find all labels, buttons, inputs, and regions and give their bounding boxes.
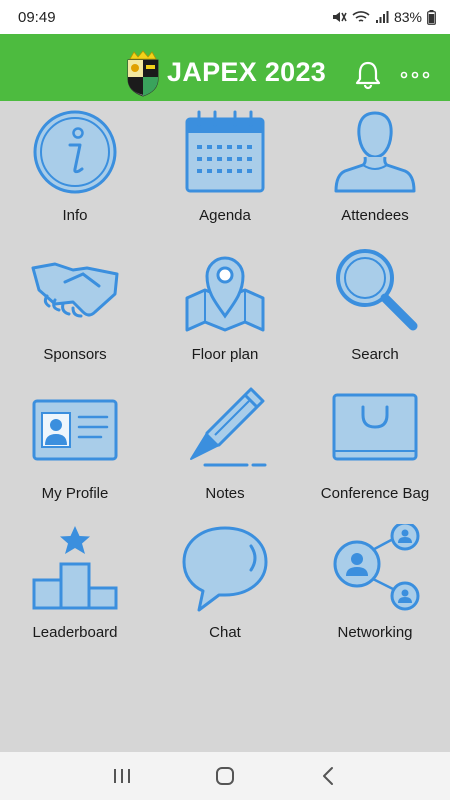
signal-icon	[375, 11, 389, 23]
status-indicators: 83%	[331, 9, 436, 25]
network-icon	[325, 524, 425, 614]
mute-icon	[332, 12, 347, 22]
tile-label: Chat	[209, 624, 241, 641]
menu-grid: Info Agenda Attendees Sponsors Floor pla…	[0, 101, 450, 657]
pen-icon	[175, 385, 275, 475]
speech-bubble-icon	[175, 524, 275, 614]
tile-label: Floor plan	[191, 346, 259, 363]
japex-logo	[127, 50, 159, 97]
bag-icon	[325, 385, 425, 475]
id-card-icon	[25, 385, 125, 475]
tile-sponsors[interactable]: Sponsors	[0, 240, 150, 379]
tile-label: Conference Bag	[320, 485, 430, 502]
tile-label: Sponsors	[43, 346, 107, 363]
tile-floor-plan[interactable]: Floor plan	[150, 240, 300, 379]
recents-icon[interactable]	[107, 764, 137, 788]
tile-networking[interactable]: Networking	[300, 518, 450, 657]
back-icon[interactable]	[313, 764, 343, 788]
calendar-icon	[175, 107, 275, 197]
magnifier-icon	[325, 246, 425, 336]
tile-agenda[interactable]: Agenda	[150, 101, 300, 240]
app-bar: JAPEX 2023	[0, 34, 450, 101]
tile-attendees[interactable]: Attendees	[300, 101, 450, 240]
home-icon[interactable]	[210, 764, 240, 788]
tile-label: Leaderboard	[32, 624, 118, 641]
map-pin-icon	[175, 246, 275, 336]
tile-leaderboard[interactable]: Leaderboard	[0, 518, 150, 657]
tile-search[interactable]: Search	[300, 240, 450, 379]
person-icon	[325, 107, 425, 197]
tile-label: Attendees	[341, 207, 409, 224]
info-icon	[25, 107, 125, 197]
app-title: JAPEX 2023	[167, 57, 327, 87]
tile-label: Notes	[205, 485, 245, 502]
handshake-icon	[25, 246, 125, 336]
tile-notes[interactable]: Notes	[150, 379, 300, 518]
podium-icon	[25, 524, 125, 614]
tile-label: Networking	[337, 624, 413, 641]
status-bar: 09:49 83%	[0, 0, 450, 34]
system-nav-bar	[0, 752, 450, 800]
battery-icon	[427, 9, 436, 25]
wifi-icon	[352, 11, 370, 22]
battery-percent: 83%	[393, 9, 422, 25]
tile-conference-bag[interactable]: Conference Bag	[300, 379, 450, 518]
tile-label: Agenda	[199, 207, 251, 224]
tile-chat[interactable]: Chat	[150, 518, 300, 657]
tile-label: Info	[62, 207, 88, 224]
tile-label: My Profile	[41, 485, 109, 502]
status-time: 09:49	[18, 8, 56, 26]
tile-my-profile[interactable]: My Profile	[0, 379, 150, 518]
more-horizontal-icon[interactable]	[400, 68, 430, 82]
bell-icon[interactable]	[354, 60, 382, 90]
tile-label: Search	[351, 346, 399, 363]
tile-info[interactable]: Info	[0, 101, 150, 240]
